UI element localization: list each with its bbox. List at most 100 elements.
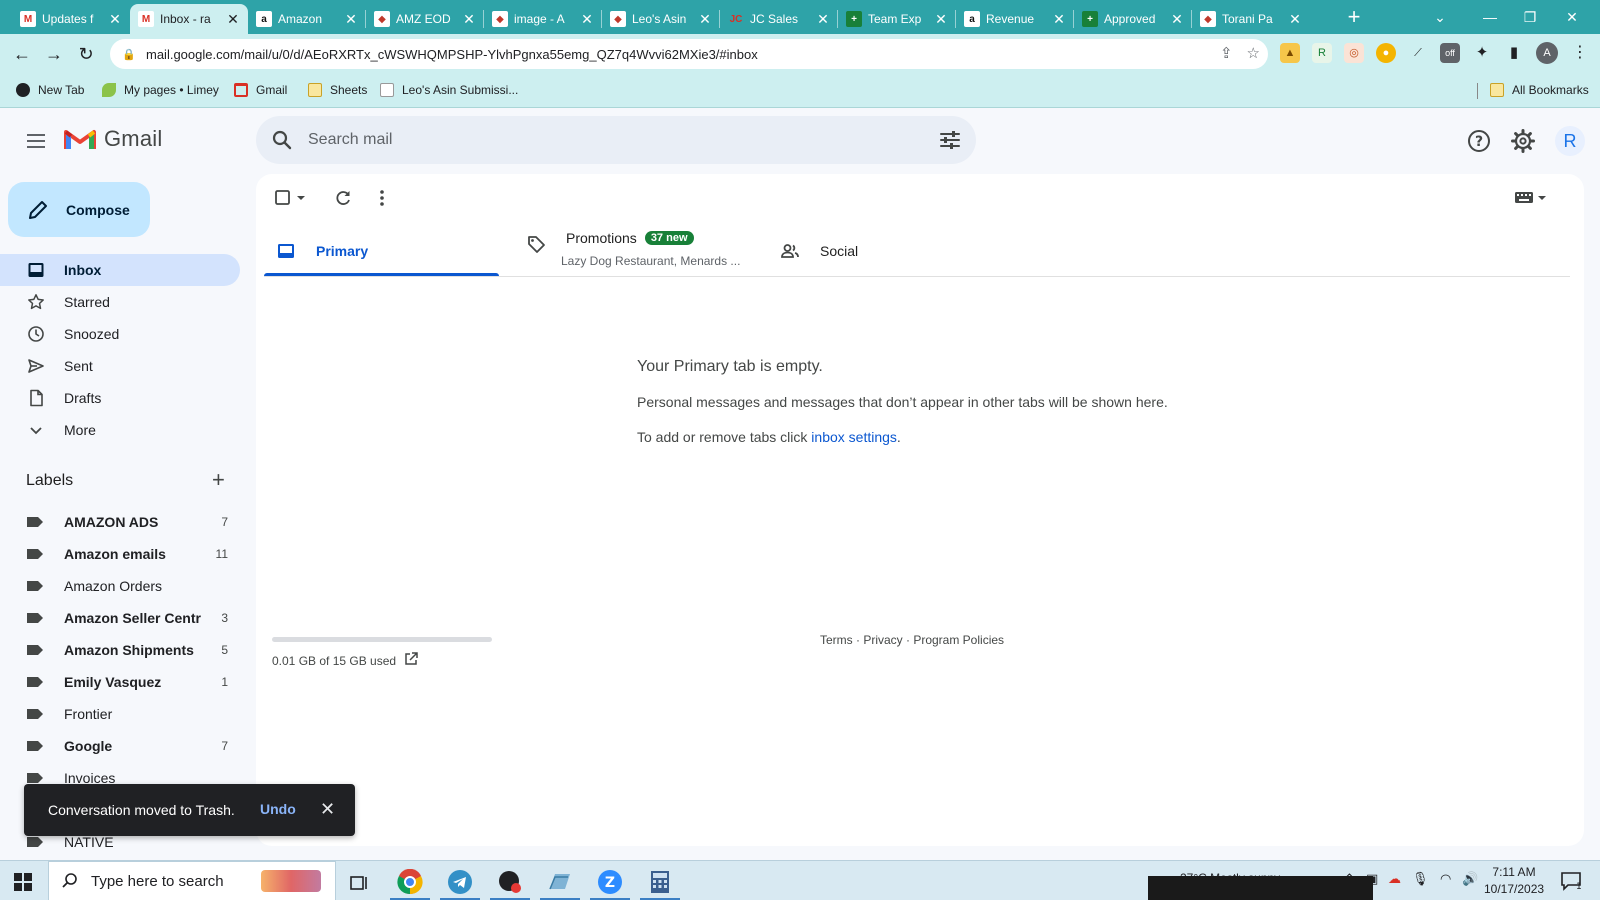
cloud-alert-icon[interactable]: ☁ <box>1388 871 1401 887</box>
bookmark-star-icon[interactable]: ☆ <box>1247 44 1260 62</box>
notification-center-icon[interactable]: 1 <box>1560 871 1582 891</box>
browser-tab[interactable]: JC JC Sales ✕ <box>720 4 838 34</box>
select-dropdown-icon[interactable] <box>295 188 307 208</box>
close-tab-icon[interactable]: ✕ <box>816 11 830 28</box>
main-menu-icon[interactable] <box>24 130 48 154</box>
label-item[interactable]: Emily Vasquez 1 <box>0 666 240 698</box>
volume-icon[interactable]: 🔊 <box>1462 871 1478 887</box>
chrome-menu-icon[interactable]: ⋮ <box>1572 42 1588 62</box>
close-tab-icon[interactable]: ✕ <box>580 11 594 28</box>
wifi-icon[interactable]: ◠ <box>1440 871 1451 887</box>
label-item[interactable]: Amazon Orders <box>0 570 240 602</box>
extension-icon[interactable]: ▲ <box>1280 43 1300 63</box>
windows-start-icon[interactable] <box>14 873 32 891</box>
restore-icon[interactable]: ❐ <box>1510 4 1550 30</box>
select-checkbox-icon[interactable] <box>274 188 294 208</box>
tab-promotions[interactable]: Promotions 37 new <box>526 218 694 258</box>
microphone-icon[interactable]: 🎙 <box>1412 871 1429 887</box>
chrome-taskbar-icon[interactable] <box>390 866 430 900</box>
label-item[interactable]: Amazon Shipments 5 <box>0 634 240 666</box>
puzzle-icon[interactable]: ✦ <box>1472 43 1492 63</box>
account-avatar[interactable]: R <box>1555 126 1585 156</box>
bookmark-new-tab[interactable]: New Tab <box>16 83 84 97</box>
close-icon[interactable]: ✕ <box>320 799 335 819</box>
app-taskbar-icon[interactable] <box>490 866 530 900</box>
chrome-profile-avatar[interactable]: A <box>1536 42 1558 64</box>
close-window-icon[interactable]: ✕ <box>1552 4 1592 30</box>
open-in-new-icon[interactable] <box>403 651 419 667</box>
close-tab-icon[interactable]: ✕ <box>108 11 122 28</box>
forward-icon[interactable]: → <box>40 40 68 68</box>
reload-icon[interactable]: ↻ <box>72 40 100 68</box>
undo-button[interactable]: Undo <box>260 801 296 817</box>
create-label-icon[interactable]: + <box>212 469 225 491</box>
sidebar-item-inbox[interactable]: Inbox <box>0 254 240 286</box>
tab-primary[interactable]: Primary <box>276 224 368 278</box>
side-panel-icon[interactable]: ▮ <box>1504 43 1524 63</box>
refresh-icon[interactable] <box>333 188 353 208</box>
sidebar-item-more[interactable]: More <box>0 414 240 446</box>
share-icon[interactable]: ⇪ <box>1220 44 1233 62</box>
sidebar-item-sent[interactable]: Sent <box>0 350 240 382</box>
back-icon[interactable]: ← <box>8 40 36 68</box>
browser-tab[interactable]: + Team Exp ✕ <box>838 4 956 34</box>
search-input[interactable]: Search mail <box>308 131 392 149</box>
settings-gear-icon[interactable] <box>1510 128 1536 154</box>
close-tab-icon[interactable]: ✕ <box>344 11 358 28</box>
more-options-icon[interactable] <box>372 188 392 208</box>
browser-tab[interactable]: M Inbox - ra ✕ <box>130 4 248 34</box>
browser-tab[interactable]: ◆ AMZ EOD ✕ <box>366 4 484 34</box>
close-tab-icon[interactable]: ✕ <box>1170 11 1184 28</box>
sidebar-item-starred[interactable]: Starred <box>0 286 240 318</box>
telegram-taskbar-icon[interactable] <box>440 866 480 900</box>
extension-icon[interactable]: ◎ <box>1344 43 1364 63</box>
browser-tab[interactable]: ◆ image - A ✕ <box>484 4 602 34</box>
task-view-icon[interactable] <box>340 866 380 900</box>
label-item[interactable]: Frontier <box>0 698 240 730</box>
tab-search-icon[interactable]: ⌄ <box>1420 4 1460 30</box>
input-tools-keyboard-icon[interactable] <box>1514 190 1548 204</box>
tab-social[interactable]: Social <box>780 224 858 278</box>
label-item[interactable]: Amazon emails 11 <box>0 538 240 570</box>
help-icon[interactable]: ? <box>1466 128 1492 154</box>
label-item[interactable]: Google 7 <box>0 730 240 762</box>
bookmark-leos-asin[interactable]: Leo's Asin Submissi... <box>380 83 518 97</box>
search-bar[interactable]: Search mail <box>256 116 976 164</box>
zoom-taskbar-icon[interactable]: Z <box>590 866 630 900</box>
gmail-logo[interactable]: Gmail <box>64 126 162 152</box>
browser-tab[interactable]: ◆ Torani Pa ✕ <box>1192 4 1310 34</box>
browser-tab[interactable]: M Updates f ✕ <box>12 4 130 34</box>
taskbar-clock[interactable]: 7:11 AM 10/17/2023 <box>1484 864 1544 898</box>
taskbar-search[interactable]: Type here to search <box>48 861 336 900</box>
new-tab-button[interactable]: + <box>1342 6 1366 30</box>
browser-tab[interactable]: a Revenue ✕ <box>956 4 1074 34</box>
calculator-taskbar-icon[interactable] <box>640 866 680 900</box>
label-item[interactable]: Amazon Seller Centr 3 <box>0 602 240 634</box>
browser-tab[interactable]: ◆ Leo's Asin ✕ <box>602 4 720 34</box>
close-tab-icon[interactable]: ✕ <box>226 11 240 28</box>
close-tab-icon[interactable]: ✕ <box>698 11 712 28</box>
browser-tab[interactable]: a Amazon ✕ <box>248 4 366 34</box>
sidebar-item-snoozed[interactable]: Snoozed <box>0 318 240 350</box>
extension-icon[interactable]: R <box>1312 43 1332 63</box>
files-taskbar-icon[interactable] <box>540 866 580 900</box>
browser-tab[interactable]: + Approved ✕ <box>1074 4 1192 34</box>
close-tab-icon[interactable]: ✕ <box>1288 11 1302 28</box>
inbox-settings-link[interactable]: inbox settings <box>811 429 897 445</box>
extension-icon[interactable]: ● <box>1376 43 1396 63</box>
search-icon[interactable] <box>270 128 294 152</box>
minimize-icon[interactable]: — <box>1470 4 1510 30</box>
bookmark-sheets[interactable]: Sheets <box>308 83 367 97</box>
address-bar[interactable]: 🔒 mail.google.com/mail/u/0/d/AEoRXRTx_cW… <box>110 39 1268 69</box>
sidebar-item-drafts[interactable]: Drafts <box>0 382 240 414</box>
close-tab-icon[interactable]: ✕ <box>462 11 476 28</box>
close-tab-icon[interactable]: ✕ <box>934 11 948 28</box>
close-tab-icon[interactable]: ✕ <box>1052 11 1066 28</box>
compose-button[interactable]: Compose <box>8 182 150 237</box>
bookmark-gmail[interactable]: Gmail <box>234 83 287 97</box>
search-options-icon[interactable] <box>938 128 962 152</box>
footer-links[interactable]: Terms · Privacy · Program Policies <box>820 633 1004 647</box>
extension-icon[interactable]: off <box>1440 43 1460 63</box>
label-item[interactable]: AMAZON ADS 7 <box>0 506 240 538</box>
bookmark-my-pages[interactable]: My pages • Limey <box>102 83 219 97</box>
